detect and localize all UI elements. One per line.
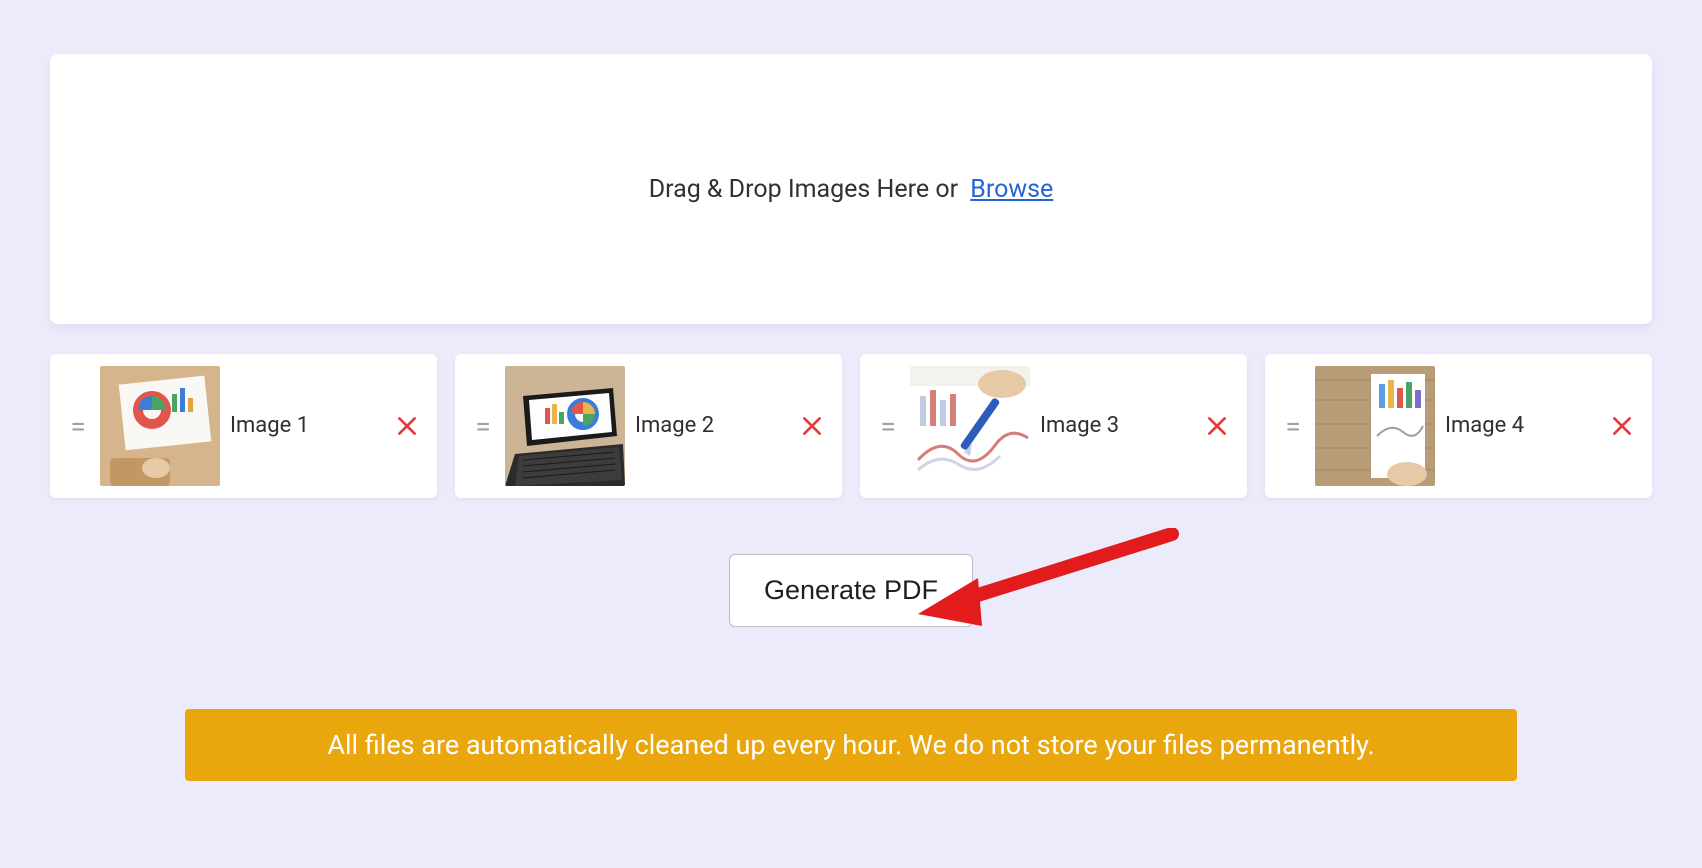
remove-image-button[interactable] <box>1606 410 1638 442</box>
image-list: = Image 1 <box>50 354 1652 498</box>
image-label: Image 1 <box>230 412 391 441</box>
drag-handle-icon[interactable]: = <box>62 410 90 443</box>
browse-link[interactable]: Browse <box>970 175 1053 204</box>
image-card: = <box>1265 354 1652 498</box>
image-thumbnail <box>910 366 1030 486</box>
drag-handle-icon[interactable]: = <box>1277 410 1305 443</box>
image-thumbnail <box>505 366 625 486</box>
drag-handle-icon[interactable]: = <box>467 410 495 443</box>
dropzone-text: Drag & Drop Images Here or Browse <box>649 175 1054 204</box>
generate-pdf-button[interactable]: Generate PDF <box>729 554 973 627</box>
image-card: = Image 3 <box>860 354 1247 498</box>
remove-image-button[interactable] <box>391 410 423 442</box>
image-label: Image 4 <box>1445 412 1606 441</box>
drag-handle-icon[interactable]: = <box>872 410 900 443</box>
cleanup-notice: All files are automatically cleaned up e… <box>185 709 1517 781</box>
image-thumbnail <box>1315 366 1435 486</box>
image-card: = <box>455 354 842 498</box>
image-thumbnail <box>100 366 220 486</box>
image-label: Image 3 <box>1040 412 1201 441</box>
dropzone-label: Drag & Drop Images Here or <box>649 175 958 204</box>
remove-image-button[interactable] <box>1201 410 1233 442</box>
remove-image-button[interactable] <box>796 410 828 442</box>
image-label: Image 2 <box>635 412 796 441</box>
image-card: = Image 1 <box>50 354 437 498</box>
generate-row: Generate PDF <box>50 554 1652 627</box>
dropzone[interactable]: Drag & Drop Images Here or Browse <box>50 54 1652 324</box>
